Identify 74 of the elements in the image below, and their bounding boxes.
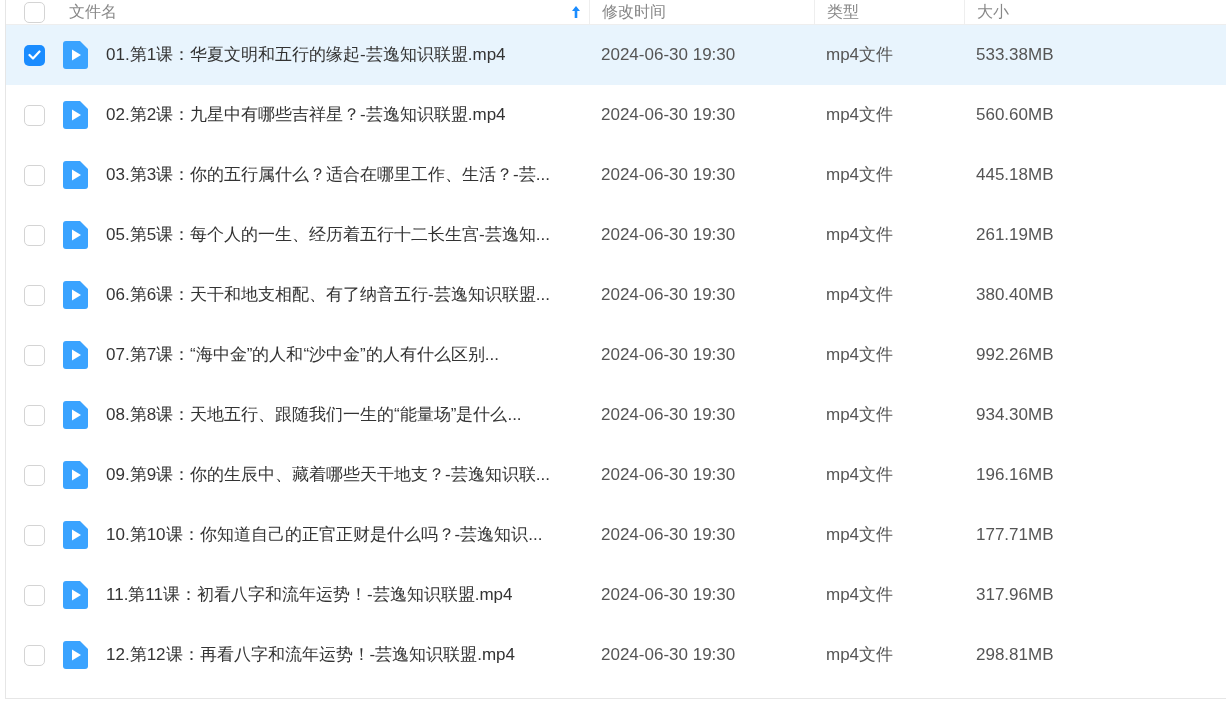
sort-arrow-icon: [571, 5, 581, 19]
check-icon: [28, 50, 41, 60]
modified-time: 2024-06-30 19:30: [601, 45, 736, 65]
video-file-icon: [63, 521, 88, 549]
checkbox[interactable]: [24, 1, 45, 23]
video-file-icon: [63, 401, 88, 429]
checkbox[interactable]: [24, 404, 45, 426]
checkbox[interactable]: [24, 464, 45, 486]
modified-time: 2024-06-30 19:30: [601, 345, 736, 365]
video-file-icon: [63, 641, 88, 669]
file-size: 533.38MB: [976, 45, 1054, 65]
file-type: mp4文件: [826, 465, 894, 485]
file-type: mp4文件: [826, 105, 894, 125]
file-type: mp4文件: [826, 165, 894, 185]
file-type: mp4文件: [826, 405, 894, 425]
file-size: 445.18MB: [976, 165, 1054, 185]
file-name: 06.第6课：天干和地支相配、有了纳音五行-芸逸知识联盟...: [106, 285, 550, 305]
video-file-icon: [63, 101, 88, 129]
modified-time: 2024-06-30 19:30: [601, 525, 736, 545]
modified-time: 2024-06-30 19:30: [601, 585, 736, 605]
file-name: 03.第3课：你的五行属什么？适合在哪里工作、生活？-芸...: [106, 165, 550, 185]
column-header[interactable]: 大小: [977, 0, 1009, 24]
file-type: mp4文件: [826, 345, 894, 365]
modified-time: 2024-06-30 19:30: [601, 465, 736, 485]
video-file-icon: [63, 581, 88, 609]
checkbox[interactable]: [24, 164, 45, 186]
column-header[interactable]: 文件名: [69, 0, 117, 24]
file-type: mp4文件: [826, 525, 894, 545]
file-name: 01.第1课：华夏文明和五行的缘起-芸逸知识联盟.mp4: [106, 45, 506, 65]
checkbox[interactable]: [24, 344, 45, 366]
file-size: 298.81MB: [976, 645, 1054, 665]
modified-time: 2024-06-30 19:30: [601, 645, 736, 665]
checkbox[interactable]: [24, 44, 45, 66]
modified-time: 2024-06-30 19:30: [601, 165, 736, 185]
file-type: mp4文件: [826, 285, 894, 305]
file-row[interactable]: 01.第1课：华夏文明和五行的缘起-芸逸知识联盟.mp4 2024-06-30 19:30 mp4文件 533.38MB: [6, 25, 1226, 85]
file-name: 05.第5课：每个人的一生、经历着五行十二长生宫-芸逸知...: [106, 225, 550, 245]
file-name: 10.第10课：你知道自己的正官正财是什么吗？-芸逸知识...: [106, 525, 543, 545]
file-size: 177.71MB: [976, 525, 1054, 545]
modified-time: 2024-06-30 19:30: [601, 105, 736, 125]
checkbox[interactable]: [24, 284, 45, 306]
file-size: 560.60MB: [976, 105, 1054, 125]
modified-time: 2024-06-30 19:30: [601, 405, 736, 425]
checkbox[interactable]: [24, 644, 45, 666]
column-header[interactable]: 修改时间: [602, 0, 666, 24]
file-type: mp4文件: [826, 45, 894, 65]
file-size: 317.96MB: [976, 585, 1054, 605]
file-name: 07.第7课：“海中金”的人和“沙中金”的人有什么区别...: [106, 345, 499, 365]
file-size: 934.30MB: [976, 405, 1054, 425]
checkbox[interactable]: [24, 524, 45, 546]
modified-time: 2024-06-30 19:30: [601, 285, 736, 305]
file-size: 196.16MB: [976, 465, 1054, 485]
video-file-icon: [63, 341, 88, 369]
file-size: 261.19MB: [976, 225, 1054, 245]
column-header[interactable]: 类型: [827, 0, 859, 24]
file-name: 09.第9课：你的生辰中、藏着哪些天干地支？-芸逸知识联...: [106, 465, 550, 485]
file-type: mp4文件: [826, 585, 894, 605]
video-file-icon: [63, 161, 88, 189]
video-file-icon: [63, 41, 88, 69]
checkbox[interactable]: [24, 104, 45, 126]
file-name: 02.第2课：九星中有哪些吉祥星？-芸逸知识联盟.mp4: [106, 105, 506, 125]
file-type: mp4文件: [826, 645, 894, 665]
checkbox[interactable]: [24, 224, 45, 246]
file-type: mp4文件: [826, 225, 894, 245]
file-size: 380.40MB: [976, 285, 1054, 305]
video-file-icon: [63, 461, 88, 489]
file-name: 11.第11课：初看八字和流年运势！-芸逸知识联盟.mp4: [106, 585, 513, 605]
video-file-icon: [63, 221, 88, 249]
file-size: 992.26MB: [976, 345, 1054, 365]
file-name: 08.第8课：天地五行、跟随我们一生的“能量场”是什么...: [106, 405, 522, 425]
checkbox[interactable]: [24, 584, 45, 606]
file-name: 12.第12课：再看八字和流年运势！-芸逸知识联盟.mp4: [106, 645, 515, 665]
modified-time: 2024-06-30 19:30: [601, 225, 736, 245]
video-file-icon: [63, 281, 88, 309]
